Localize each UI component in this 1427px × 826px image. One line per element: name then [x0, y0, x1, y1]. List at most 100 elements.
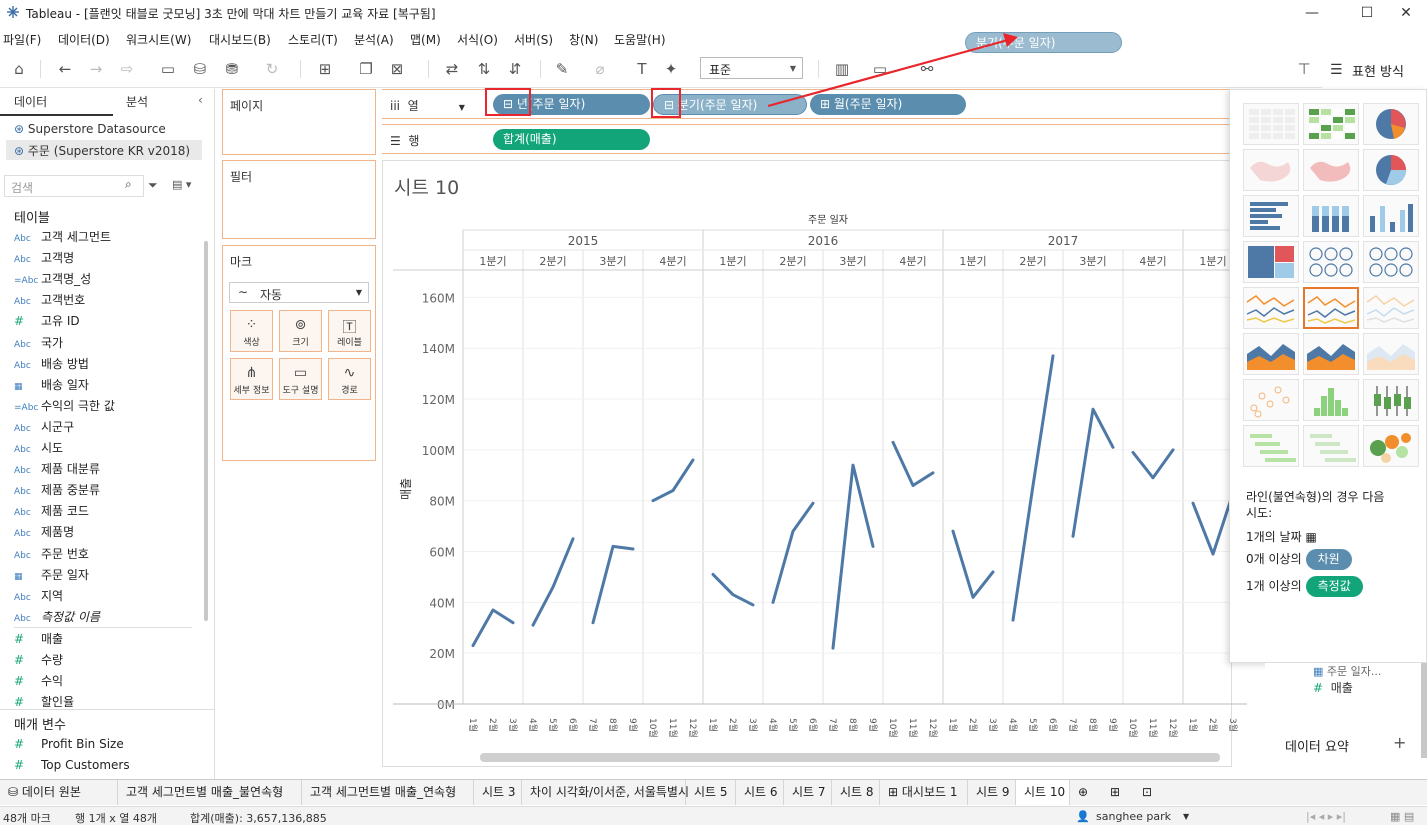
measure-item[interactable]: # 할인율 — [14, 693, 74, 713]
field-item[interactable]: Abc 제품명 — [14, 523, 74, 543]
show-me-line-discrete[interactable] — [1303, 287, 1359, 329]
field-item[interactable]: Abc 국가 — [14, 334, 63, 354]
sheet-tab[interactable]: 시트 3 — [474, 780, 522, 805]
pin-icon[interactable]: ✦ — [661, 59, 681, 79]
field-item[interactable]: Abc 제품 대분류 — [14, 460, 100, 480]
sheet-tab[interactable]: 고객 세그먼트별 매출_불연속형 — [118, 780, 302, 805]
show-me-filled-map[interactable] — [1303, 149, 1359, 191]
highlight-icon[interactable]: ✎ — [552, 59, 572, 79]
detail-button[interactable]: ⋔ 세부 정보 — [230, 358, 273, 400]
replay-icon[interactable]: ⇨ — [117, 59, 137, 79]
sheet-tab[interactable]: 시트 10 — [1016, 780, 1070, 805]
show-me-area-discrete[interactable] — [1303, 333, 1359, 375]
menu-window[interactable]: 창(N) — [569, 31, 598, 48]
sheet-tab[interactable]: 시트 9 — [968, 780, 1016, 805]
sheet-tab[interactable]: 시트 5 — [686, 780, 736, 805]
presentation-icon[interactable]: ▭ — [870, 59, 890, 79]
size-button[interactable]: ⊚ 크기 — [279, 310, 322, 352]
menu-data[interactable]: 데이터(D) — [58, 31, 110, 48]
undo-icon[interactable]: ← — [55, 59, 75, 79]
sheet-tab[interactable]: ⊞ 대시보드 1 — [880, 780, 968, 805]
show-me-gantt[interactable] — [1243, 425, 1299, 467]
label-button[interactable]: 🅃 레이블 — [328, 310, 371, 352]
save-icon[interactable]: ▭ — [158, 59, 178, 79]
new-worksheet-tab-icon[interactable]: ⊕ — [1070, 780, 1102, 805]
color-button[interactable]: ⁘ 색상 — [230, 310, 273, 352]
collapse-icon[interactable]: ‹ — [198, 93, 203, 107]
dragged-pill[interactable]: 분기(주문 일자) — [965, 32, 1122, 53]
show-me-scatter-plot[interactable] — [1243, 379, 1299, 421]
group-icon[interactable]: ⌀ — [590, 59, 610, 79]
show-me-text-table[interactable] — [1243, 103, 1299, 145]
field-item[interactable]: =Abc 고객명_성 — [14, 270, 91, 290]
swap-icon[interactable]: ⇄ — [442, 59, 462, 79]
show-me-dual-combination[interactable] — [1363, 333, 1419, 375]
parameter-item[interactable]: # Top Customers — [14, 758, 130, 778]
duplicate-sheet-icon[interactable]: ❐ — [356, 59, 376, 79]
show-me-box-and-whisker[interactable] — [1363, 379, 1419, 421]
sheet-tab[interactable]: 시트 6 — [736, 780, 784, 805]
search-input[interactable]: 검색 ⌕ — [4, 175, 144, 197]
show-me-bullet[interactable] — [1303, 425, 1359, 467]
user-menu-icon[interactable]: ▼ — [1183, 812, 1189, 821]
sheet-tab[interactable]: 시트 7 — [784, 780, 832, 805]
view-icon[interactable]: ▤ ▾ — [172, 178, 191, 191]
fit-select[interactable]: 표준 ▼ — [700, 57, 803, 79]
field-item[interactable]: Abc 배송 방법 — [14, 355, 89, 375]
field-item[interactable]: Abc 측정값 이름 — [14, 608, 100, 628]
field-item[interactable]: Abc 주문 번호 — [14, 545, 89, 565]
sheet-tab[interactable]: 차이 시각화/이서준, 서울특별시 — [522, 780, 689, 805]
sheet-tab[interactable]: ⛁ 데이터 원본 — [0, 780, 118, 805]
show-me-highlight-table[interactable] — [1363, 103, 1419, 145]
show-cards-icon[interactable]: ▥ — [832, 59, 852, 79]
show-me-area-continuous[interactable] — [1243, 333, 1299, 375]
field-item[interactable]: Abc 제품 중분류 — [14, 481, 100, 501]
new-worksheet-icon[interactable]: ⊞ — [315, 59, 335, 79]
show-me-symbol-map[interactable] — [1243, 149, 1299, 191]
field-item[interactable]: ▦ 배송 일자 — [14, 376, 89, 396]
field-item[interactable]: ▦ 주문 일자 — [14, 566, 89, 586]
tab-data[interactable]: 데이터 — [14, 93, 47, 110]
field-item[interactable]: Abc 고객 세그먼트 — [14, 228, 111, 248]
menu-analysis[interactable]: 분석(A) — [354, 31, 394, 48]
sort-asc-icon[interactable]: ⇅ — [474, 59, 494, 79]
field-item[interactable]: Abc 지역 — [14, 587, 63, 607]
grid-view-icon[interactable]: ▦ ▤ — [1390, 810, 1414, 823]
path-button[interactable]: ∿ 경로 — [328, 358, 371, 400]
measure-item[interactable]: # 수량 — [14, 651, 63, 671]
field-item[interactable]: Abc 제품 코드 — [14, 502, 89, 522]
field-item[interactable]: =Abc 수익의 극한 값 — [14, 397, 115, 417]
show-me-heat-map[interactable] — [1303, 103, 1359, 145]
show-me-packed-bubbles[interactable] — [1363, 425, 1419, 467]
show-me-histogram[interactable] — [1303, 379, 1359, 421]
show-labels-icon[interactable]: T — [632, 59, 652, 79]
field-item[interactable]: # 고유 ID — [14, 312, 80, 332]
show-me-icon-left[interactable]: ⊤ — [1294, 59, 1314, 79]
measure-item[interactable]: # 매출 — [14, 630, 63, 650]
datasource-2[interactable]: ⊛ 주문 (Superstore KR v2018) — [14, 142, 190, 159]
pill-month[interactable]: ⊞ 월(주문 일자) — [810, 94, 966, 115]
right-scrollbar[interactable] — [1421, 663, 1427, 758]
pages-card[interactable]: 페이지 — [222, 89, 376, 155]
menu-format[interactable]: 서식(O) — [457, 31, 498, 48]
show-me-dual-lines[interactable] — [1363, 287, 1419, 329]
show-me-tab[interactable]: ☰ 표현 방식 — [1322, 50, 1427, 88]
show-me-horizontal-bars[interactable] — [1243, 195, 1299, 237]
menu-worksheet[interactable]: 워크시트(W) — [126, 31, 191, 48]
rows-shelf[interactable]: ☰ 행 합계(매출) — [382, 124, 1232, 154]
menu-help[interactable]: 도움말(H) — [614, 31, 666, 48]
menu-map[interactable]: 맵(M) — [410, 31, 441, 48]
sheet-tab[interactable]: 시트 8 — [832, 780, 880, 805]
measure-item[interactable]: # 수익 — [14, 672, 63, 692]
refresh-icon[interactable]: ↻ — [262, 59, 282, 79]
field-item[interactable]: Abc 고객명 — [14, 249, 74, 269]
clear-sheet-icon[interactable]: ⊠ — [387, 59, 407, 79]
show-me-treemap[interactable] — [1243, 241, 1299, 283]
parameter-item[interactable]: # Profit Bin Size — [14, 737, 124, 757]
pause-updates-icon[interactable]: ⛃ — [222, 59, 242, 79]
add-icon[interactable]: + — [1393, 733, 1406, 752]
show-me-stacked-bars[interactable] — [1303, 195, 1359, 237]
tab-nav-icons[interactable]: |◂ ◂ ▸ ▸| — [1306, 810, 1346, 823]
new-story-tab-icon[interactable]: ⊡ — [1134, 780, 1166, 805]
field-item[interactable]: Abc 시도 — [14, 439, 63, 459]
